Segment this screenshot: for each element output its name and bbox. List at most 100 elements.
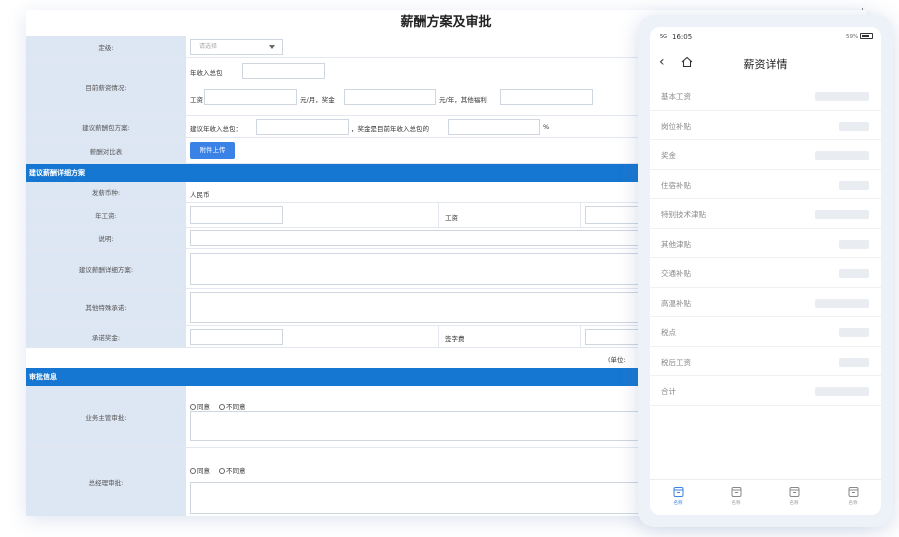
- compare-label: 薪酬对比表: [26, 138, 186, 163]
- percent-sign: %: [543, 123, 550, 131]
- divider: [580, 326, 581, 347]
- list-item-label: 基本工资: [661, 92, 691, 101]
- list-item[interactable]: 交通补贴: [650, 258, 881, 288]
- status-time: 16:05: [672, 33, 693, 41]
- wage-input[interactable]: [204, 89, 297, 105]
- currency-value: 人民币: [190, 191, 210, 199]
- annual-wage-input[interactable]: [190, 206, 283, 224]
- salary-detail-list: 基本工资岗位补贴奖金住宿补贴特别技术津贴 其他津贴交通补贴高温补贴税点税后工资合计: [650, 81, 881, 406]
- commit-bonus-input[interactable]: [190, 329, 283, 345]
- list-item-label: 住宿补贴: [661, 180, 691, 190]
- value-placeholder: [815, 151, 869, 160]
- annual-total-label: 年收入总包: [190, 69, 223, 77]
- nav-bar: 薪资详情 ‹: [650, 49, 881, 77]
- value-placeholder: [839, 328, 869, 337]
- unit-label: (单位:: [608, 356, 626, 364]
- list-item-label: 特别技术津贴: [661, 210, 706, 219]
- tab-item[interactable]: 名称: [782, 486, 806, 506]
- biz-approval-label: 业务主管审批:: [26, 386, 186, 447]
- commit-bonus-label: 承诺奖金:: [26, 326, 186, 347]
- list-item-label: 交通补贴: [661, 269, 691, 278]
- currency-label: 发薪币种:: [26, 182, 186, 202]
- gm-approval-textarea[interactable]: [190, 482, 650, 514]
- level-placeholder: 请选择: [199, 43, 218, 50]
- tab-label: 名称: [673, 501, 683, 506]
- list-item-label: 高温补贴: [661, 298, 691, 308]
- list-item[interactable]: 税点: [650, 317, 881, 347]
- bonus-ratio-input[interactable]: [448, 119, 540, 135]
- signal-icon: 5G: [660, 34, 668, 40]
- list-item-label: 奖金: [661, 151, 676, 160]
- level-select[interactable]: 请选择: [190, 39, 283, 55]
- tab-item[interactable]: 名称: [841, 486, 865, 506]
- home-icon[interactable]: [681, 56, 693, 68]
- detail-plan-textarea[interactable]: [190, 253, 650, 285]
- radio-icon: [190, 468, 196, 474]
- gm-agree-option[interactable]: 同意: [190, 465, 210, 475]
- level-label: 定级:: [26, 36, 186, 57]
- list-item[interactable]: 合计: [650, 376, 881, 406]
- list-item-label: 岗位补贴: [661, 121, 691, 131]
- value-placeholder: [839, 121, 869, 131]
- tab-icon: [848, 487, 858, 497]
- list-item[interactable]: 基本工资: [650, 81, 881, 111]
- proposal-label: 建议薪酬包方案:: [26, 116, 186, 137]
- note-label: 说明:: [26, 228, 186, 248]
- tab-icon: [673, 487, 683, 497]
- per-year-welfare-label: 元/年，其他福利: [439, 96, 487, 104]
- wage-label-2: 工资: [445, 214, 458, 222]
- list-item[interactable]: 特别技术津贴: [650, 199, 881, 229]
- list-item-label: 税点: [661, 328, 676, 337]
- detail-plan-label: 建议薪酬详细方案:: [26, 249, 186, 288]
- list-item[interactable]: 奖金: [650, 140, 881, 170]
- divider: [438, 326, 439, 347]
- list-item[interactable]: 税后工资: [650, 347, 881, 376]
- value-placeholder: [839, 357, 869, 367]
- other-commit-textarea[interactable]: [190, 292, 650, 323]
- value-placeholder: [815, 387, 869, 396]
- annual-total-input[interactable]: [242, 63, 325, 79]
- tab-label: 名称: [848, 501, 858, 506]
- biz-approval-textarea[interactable]: [190, 411, 650, 441]
- divider: [580, 203, 581, 227]
- upload-button[interactable]: 附件上传: [190, 142, 235, 159]
- other-commit-label: 其他特殊承诺:: [26, 289, 186, 325]
- list-item[interactable]: 高温补贴: [650, 288, 881, 317]
- battery-percent: 59%: [846, 34, 859, 40]
- list-item[interactable]: 住宿补贴: [650, 170, 881, 199]
- phone-mockup: 5G 16:05 59% 薪资详情 ‹ 基本工资岗位补贴奖金住宿补贴特别技术津贴…: [638, 15, 893, 527]
- value-placeholder: [815, 298, 869, 308]
- note-input[interactable]: [190, 230, 650, 246]
- battery-icon: [860, 33, 873, 39]
- value-placeholder: [839, 239, 869, 249]
- tab-icon: [789, 487, 799, 497]
- value-placeholder: [815, 92, 869, 101]
- back-arrow-icon[interactable]: ‹: [659, 54, 665, 70]
- current-salary-label: 目前薪资情况:: [26, 58, 186, 115]
- biz-disagree-option[interactable]: 不同意: [219, 401, 246, 411]
- list-item[interactable]: 岗位补贴: [650, 111, 881, 140]
- proposal-annual-input[interactable]: [256, 119, 349, 135]
- list-item-label: 其他津贴: [661, 239, 691, 249]
- biz-agree-option[interactable]: 同意: [190, 401, 210, 411]
- chevron-down-icon: [269, 45, 275, 49]
- status-right: 59%: [846, 33, 873, 40]
- divider: [438, 203, 439, 227]
- phone-screen: 5G 16:05 59% 薪资详情 ‹ 基本工资岗位补贴奖金住宿补贴特别技术津贴…: [650, 27, 881, 515]
- tab-item[interactable]: 名称: [666, 486, 690, 506]
- list-item[interactable]: 其他津贴: [650, 229, 881, 258]
- list-item-label: 税后工资: [661, 357, 691, 367]
- radio-icon: [219, 468, 225, 474]
- radio-icon: [190, 404, 196, 410]
- gm-disagree-option[interactable]: 不同意: [219, 465, 246, 475]
- bonus-input[interactable]: [344, 89, 436, 105]
- tab-icon: [731, 487, 741, 497]
- tab-item[interactable]: 名称: [724, 486, 748, 506]
- tab-label: 名称: [731, 501, 741, 506]
- signing-fee-label: 签字费: [445, 335, 465, 343]
- proposal-annual-label: 建议年收入总包：: [190, 125, 242, 133]
- value-placeholder: [815, 210, 869, 219]
- welfare-input[interactable]: [500, 89, 593, 105]
- status-bar: 5G 16:05 59%: [650, 27, 881, 47]
- bonus-ratio-label: ，奖金是目前年收入总包的: [351, 125, 429, 133]
